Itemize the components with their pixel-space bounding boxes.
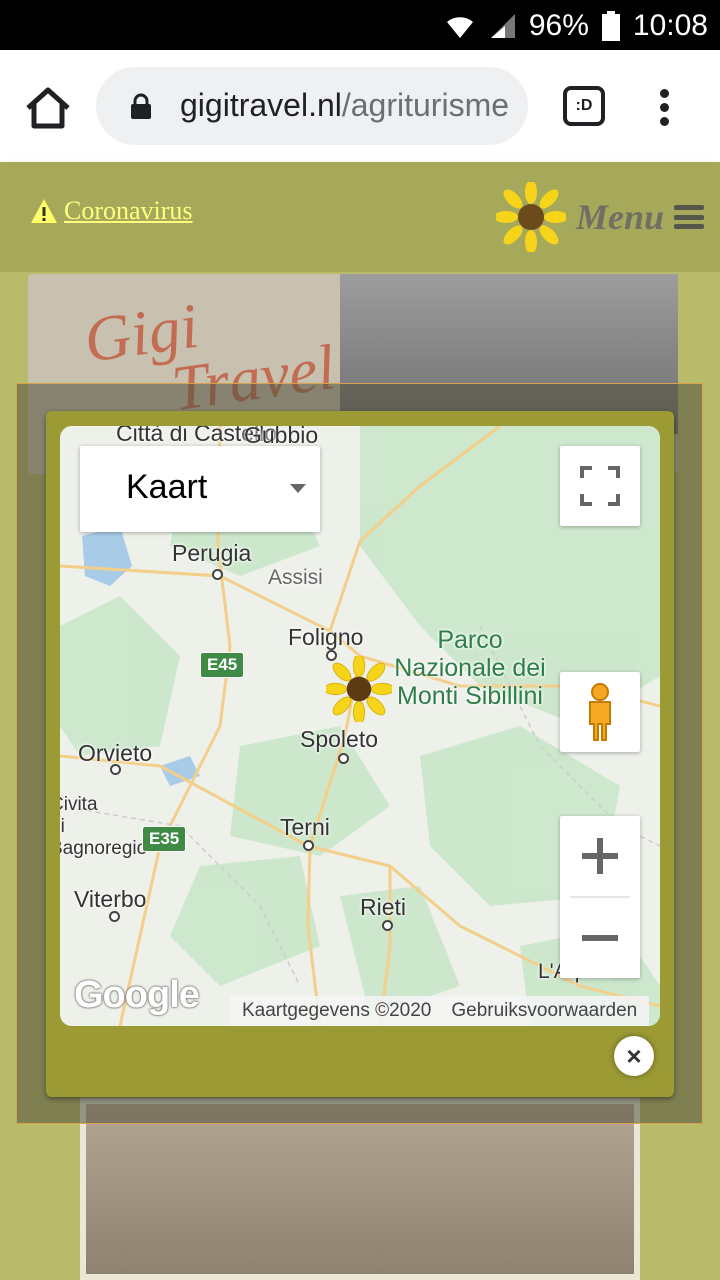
place-label: Foligno bbox=[288, 624, 364, 650]
place-label: Terni bbox=[280, 814, 330, 840]
minus-icon bbox=[582, 935, 618, 941]
road-badge-e35: E35 bbox=[142, 826, 187, 852]
signal-icon bbox=[490, 14, 515, 38]
browser-toolbar: gigitravel.nl/agriturisme :D bbox=[0, 50, 720, 162]
place-label: Spoleto bbox=[300, 726, 379, 752]
city-marker bbox=[109, 911, 120, 922]
city-marker bbox=[382, 920, 393, 931]
lock-icon bbox=[131, 93, 151, 119]
place-label: Perugia bbox=[172, 540, 252, 566]
terms-link[interactable]: Gebruiksvoorwaarden bbox=[451, 1000, 637, 1022]
place-label: Civita di Bagnoregio bbox=[60, 794, 147, 859]
plus-icon bbox=[582, 838, 618, 874]
city-marker bbox=[338, 753, 349, 764]
place-label: Rieti bbox=[360, 894, 407, 920]
fullscreen-button[interactable] bbox=[560, 446, 640, 526]
map-copyright[interactable]: Kaartgegevens ©2020 bbox=[242, 1000, 431, 1022]
menu-label: Menu bbox=[575, 197, 664, 237]
clock: 10:08 bbox=[632, 9, 708, 42]
more-options-icon[interactable] bbox=[646, 86, 682, 130]
city-marker bbox=[110, 764, 121, 775]
street-view-pegman[interactable] bbox=[560, 672, 640, 752]
hamburger-icon bbox=[674, 205, 704, 229]
url-text: gigitravel.nl/agriturisme bbox=[180, 87, 510, 123]
village-photo bbox=[80, 1098, 640, 1280]
battery-percent: 96% bbox=[528, 9, 589, 42]
pegman-icon bbox=[589, 683, 611, 741]
place-label: Orvieto bbox=[78, 740, 153, 766]
fullscreen-icon bbox=[580, 466, 620, 506]
status-bar: 96% 10:08 bbox=[0, 0, 720, 50]
address-bar[interactable]: gigitravel.nl/agriturisme bbox=[96, 67, 528, 145]
road-badge-e45: E45 bbox=[200, 652, 245, 678]
google-logo[interactable]: Google bbox=[74, 974, 200, 1017]
menu-button[interactable]: Menu bbox=[495, 182, 704, 252]
zoom-in-button[interactable] bbox=[560, 816, 640, 896]
wifi-icon bbox=[446, 17, 473, 38]
warning-icon bbox=[31, 199, 57, 223]
coronavirus-link[interactable]: Coronavirus bbox=[30, 196, 193, 226]
zoom-control bbox=[560, 816, 640, 978]
map-type-dropdown[interactable]: Kaart bbox=[80, 446, 320, 532]
site-header: Coronavirus Menu bbox=[0, 162, 720, 272]
google-map[interactable]: Città di Castello Gubbio Perugia Assisi … bbox=[60, 426, 660, 1026]
zoom-out-button[interactable] bbox=[560, 898, 640, 978]
map-type-label: Kaart bbox=[126, 468, 208, 506]
map-attribution: Kaartgegevens ©2020 Gebruiksvoorwaarden bbox=[230, 996, 650, 1026]
city-marker bbox=[212, 569, 223, 580]
sunflower-marker-icon[interactable] bbox=[326, 656, 392, 722]
chevron-down-icon bbox=[290, 484, 306, 493]
park-label: Parco Nazionale dei Monti Sibillini bbox=[394, 626, 546, 710]
city-marker bbox=[303, 840, 314, 851]
battery-icon bbox=[601, 11, 620, 41]
place-label: Assisi bbox=[268, 566, 323, 589]
tab-switcher-button[interactable]: :D bbox=[563, 86, 605, 126]
sunflower-icon bbox=[495, 182, 566, 252]
place-label: Viterbo bbox=[74, 886, 147, 912]
close-modal-button[interactable]: × bbox=[614, 1036, 654, 1076]
home-icon[interactable] bbox=[20, 80, 76, 136]
